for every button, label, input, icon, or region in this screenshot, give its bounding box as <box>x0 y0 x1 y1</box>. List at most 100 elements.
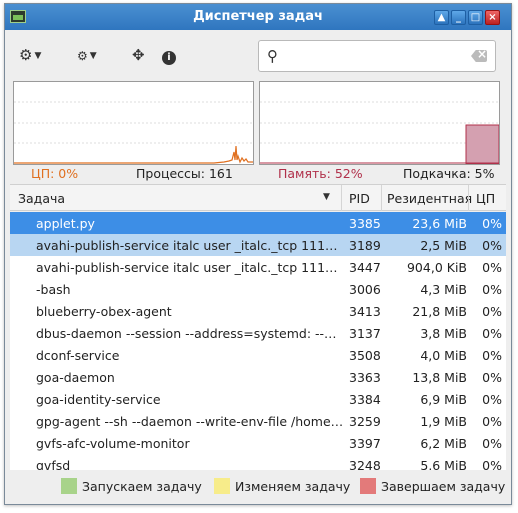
resident-memory-cell: 23,6 MiB <box>412 216 467 231</box>
column-header-resident[interactable]: Резидентная <box>387 191 472 206</box>
restore-button[interactable]: ▲ <box>434 10 449 25</box>
column-header-task[interactable]: Задача <box>18 191 65 206</box>
stats-bar: ЦП: 0% Процессы: 161 Память: 52% Подкачк… <box>5 166 511 182</box>
legend-swatch-changing <box>214 478 230 494</box>
column-divider[interactable] <box>381 185 382 211</box>
toolbar: ⚙ ▼ ⚙ ▼ ✥ i ⚲ <box>5 30 511 80</box>
pid-cell: 3508 <box>349 348 381 363</box>
column-header-cpu[interactable]: ЦП <box>476 191 495 206</box>
resident-memory-cell: 2,5 MiB <box>420 238 467 253</box>
title-bar[interactable]: Диспетчер задач ▲ _ □ × <box>5 4 511 30</box>
cpu-usage-cell: 0% <box>482 370 502 385</box>
memory-usage-bar <box>465 124 499 164</box>
legend-swatch-starting <box>61 478 77 494</box>
resident-memory-cell: 13,8 MiB <box>412 370 467 385</box>
search-input[interactable] <box>289 47 459 65</box>
table-row[interactable]: gvfsd 3248 5,6 MiB 0% <box>10 454 506 470</box>
legend-label-starting: Запускаем задачу <box>82 479 202 494</box>
task-manager-window: Диспетчер задач ▲ _ □ × ⚙ ▼ ⚙ ▼ ✥ i ⚲ × … <box>4 3 512 505</box>
cpu-usage-cell: 0% <box>482 392 502 407</box>
info-button[interactable]: i <box>162 45 176 65</box>
table-header: Задача ▼ PID Резидентная ЦП <box>10 184 506 211</box>
cpu-usage-cell: 0% <box>482 458 502 470</box>
pid-cell: 3447 <box>349 260 381 275</box>
resident-memory-cell: 21,8 MiB <box>412 304 467 319</box>
process-name-cell: gvfsd <box>36 458 71 470</box>
process-name-cell: -bash <box>36 282 71 297</box>
memory-graph <box>259 81 500 165</box>
cpu-usage-cell: 0% <box>482 260 502 275</box>
minimize-button[interactable]: _ <box>451 10 466 25</box>
maximize-button[interactable]: □ <box>468 10 483 25</box>
info-icon: i <box>162 51 176 65</box>
table-row[interactable]: gpg-agent --sh --daemon --write-env-file… <box>10 410 506 432</box>
resident-memory-cell: 904,0 KiB <box>406 260 467 275</box>
process-name-cell: gpg-agent --sh --daemon --write-env-file… <box>36 414 344 429</box>
settings-menu-button[interactable]: ⚙ ▼ <box>19 45 41 65</box>
memory-stat: Память: 52% <box>278 166 363 181</box>
process-name-cell: dbus-daemon --session --address=systemd:… <box>36 326 344 341</box>
process-name-cell: goa-identity-service <box>36 392 161 407</box>
pid-cell: 3006 <box>349 282 381 297</box>
process-list[interactable]: applet.py 3385 23,6 MiB 0% avahi-publish-ser… <box>10 212 506 470</box>
table-row[interactable]: goa-daemon 3363 13,8 MiB 0% <box>10 366 506 388</box>
resident-memory-cell: 5,6 MiB <box>420 458 467 470</box>
resident-memory-cell: 4,3 MiB <box>420 282 467 297</box>
table-row[interactable]: goa-identity-service 3384 6,9 MiB 0% <box>10 388 506 410</box>
pid-cell: 3397 <box>349 436 381 451</box>
cpu-usage-cell: 0% <box>482 436 502 451</box>
table-row[interactable]: blueberry-obex-agent 3413 21,8 MiB 0% <box>10 300 506 322</box>
process-name-cell: dconf-service <box>36 348 120 363</box>
cpu-usage-cell: 0% <box>482 326 502 341</box>
process-gears-icon: ⚙ <box>77 49 88 63</box>
clear-search-icon[interactable] <box>471 50 487 62</box>
process-name-cell: gvfs-afc-volume-monitor <box>36 436 190 451</box>
cpu-usage-cell: 0% <box>482 414 502 429</box>
memory-graph-svg <box>260 101 499 164</box>
pid-cell: 3385 <box>349 216 381 231</box>
pid-cell: 3384 <box>349 392 381 407</box>
cpu-usage-cell: 0% <box>482 282 502 297</box>
resident-memory-cell: 6,9 MiB <box>420 392 467 407</box>
resident-memory-cell: 6,2 MiB <box>420 436 467 451</box>
table-row[interactable]: avahi-publish-service italc user _italc.… <box>10 256 506 278</box>
pid-cell: 3413 <box>349 304 381 319</box>
search-icon: ⚲ <box>267 47 278 65</box>
chevron-down-icon: ▼ <box>89 50 97 61</box>
column-divider[interactable] <box>341 185 342 211</box>
cpu-usage-cell: 0% <box>482 238 502 253</box>
cpu-usage-cell: 0% <box>482 348 502 363</box>
cpu-stat: ЦП: 0% <box>31 166 79 181</box>
legend-label-changing: Изменяем задачу <box>235 479 351 494</box>
pid-cell: 3137 <box>349 326 381 341</box>
table-row[interactable]: avahi-publish-service italc user _italc.… <box>10 234 506 256</box>
resident-memory-cell: 4,0 MiB <box>420 348 467 363</box>
move-icon: ✥ <box>132 46 145 64</box>
table-row[interactable]: applet.py 3385 23,6 MiB 0% <box>10 212 506 234</box>
column-header-pid[interactable]: PID <box>349 191 370 206</box>
table-row[interactable]: dbus-daemon --session --address=systemd:… <box>10 322 506 344</box>
chevron-down-icon: ▼ <box>34 50 42 61</box>
cpu-graph-svg <box>14 101 253 164</box>
legend-label-ending: Завершаем задачу <box>381 479 506 494</box>
process-name-cell: avahi-publish-service italc user _italc.… <box>36 238 344 253</box>
gear-icon: ⚙ <box>19 46 33 64</box>
pid-cell: 3189 <box>349 238 381 253</box>
move-button[interactable]: ✥ <box>132 45 145 65</box>
table-row[interactable]: gvfs-afc-volume-monitor 3397 6,2 MiB 0% <box>10 432 506 454</box>
table-row[interactable]: dconf-service 3508 4,0 MiB 0% <box>10 344 506 366</box>
table-row[interactable]: -bash 3006 4,3 MiB 0% <box>10 278 506 300</box>
pid-cell: 3248 <box>349 458 381 470</box>
cpu-usage-cell: 0% <box>482 304 502 319</box>
close-button[interactable]: × <box>485 10 500 25</box>
legend: Запускаем задачу Изменяем задачу Заверша… <box>10 471 506 501</box>
legend-swatch-ending <box>360 478 376 494</box>
column-divider[interactable] <box>468 185 469 211</box>
cpu-usage-line <box>14 145 253 164</box>
resident-memory-cell: 1,9 MiB <box>420 414 467 429</box>
cpu-usage-cell: 0% <box>482 216 502 231</box>
process-menu-button[interactable]: ⚙ ▼ <box>77 45 97 65</box>
search-field[interactable]: ⚲ <box>258 40 496 72</box>
pid-cell: 3363 <box>349 370 381 385</box>
sort-descending-icon[interactable]: ▼ <box>323 192 330 202</box>
